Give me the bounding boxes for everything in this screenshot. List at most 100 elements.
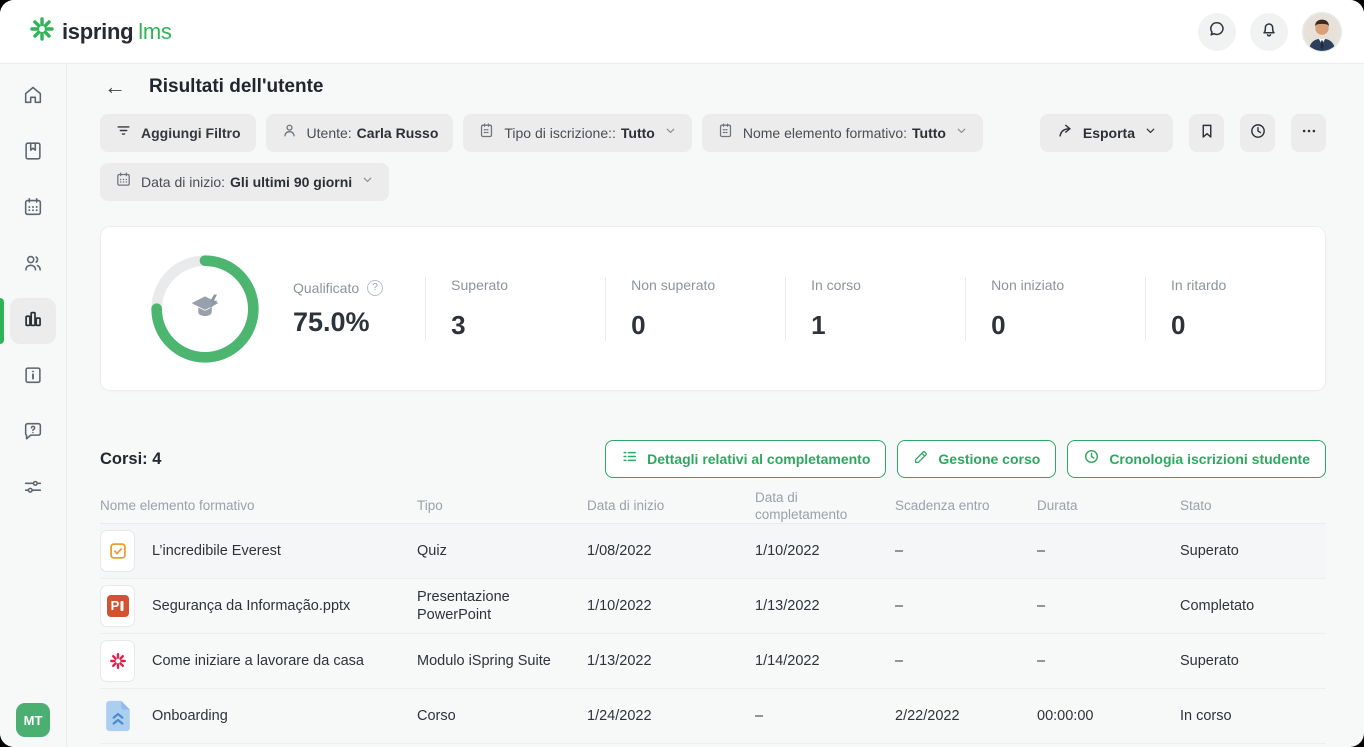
course-name: L’incredibile Everest — [152, 542, 281, 560]
status: In corso — [1180, 707, 1326, 725]
qualified-value: 75.0% — [293, 307, 383, 338]
app-window: ispringlms — [0, 0, 1364, 747]
qualified-donut-chart — [147, 251, 263, 367]
info-box-icon — [22, 364, 44, 391]
chat-question-icon — [22, 420, 44, 447]
save-report-button[interactable] — [1189, 114, 1224, 152]
due-date: 2/22/2022 — [895, 707, 1037, 725]
stat-non-superato: Non superato 0 — [605, 277, 785, 341]
completion-date: 1/10/2022 — [755, 542, 895, 560]
start-date: 1/10/2022 — [587, 597, 755, 615]
add-filter-button[interactable]: Aggiungi Filtro — [100, 114, 256, 152]
sliders-icon — [22, 476, 44, 503]
ispring-module-file-icon — [100, 640, 135, 682]
course-type: Corso — [417, 707, 587, 725]
bar-chart-icon — [22, 308, 44, 335]
filter-chip-enrollment-type[interactable]: Tipo di iscrizione:: Tutto — [463, 114, 691, 152]
sidebar-item-courses[interactable] — [0, 125, 66, 181]
start-date: 1/24/2022 — [587, 707, 755, 725]
clock-icon — [1083, 448, 1100, 470]
notifications-button[interactable] — [1250, 13, 1288, 51]
bell-icon — [1259, 19, 1279, 44]
courses-table: Nome elemento formativo Tipo Data di ini… — [100, 490, 1326, 744]
book-icon — [22, 140, 44, 167]
summary-card: Qualificato ? 75.0% Superato 3 Non super… — [100, 226, 1326, 391]
course-name: Onboarding — [152, 707, 228, 725]
user-avatar[interactable] — [1302, 12, 1342, 52]
col-durata: Durata — [1037, 498, 1180, 514]
status: Superato — [1180, 542, 1326, 560]
col-stato: Stato — [1180, 498, 1326, 514]
completion-details-button[interactable]: Dettagli relativi al completamento — [605, 440, 886, 478]
quiz-file-icon — [100, 530, 135, 572]
logo-text: ispringlms — [62, 19, 172, 45]
duration: – — [1037, 652, 1180, 670]
filter-chip-training-item-name[interactable]: Nome elemento formativo: Tutto — [702, 114, 983, 152]
pencil-icon — [913, 449, 929, 470]
messages-button[interactable] — [1198, 13, 1236, 51]
sidebar-item-calendar[interactable] — [0, 181, 66, 237]
col-scadenza: Scadenza entro — [895, 498, 1037, 514]
sidebar-item-reports[interactable] — [0, 293, 66, 349]
stat-in-ritardo: In ritardo 0 — [1145, 277, 1325, 341]
sidebar-item-library[interactable] — [0, 349, 66, 405]
users-icon — [22, 252, 44, 279]
manage-course-button[interactable]: Gestione corso — [897, 440, 1056, 478]
export-icon — [1056, 122, 1074, 145]
schedule-report-button[interactable] — [1240, 114, 1275, 152]
notepad-icon — [478, 122, 495, 144]
main-content: ← Risultati dell'utente Aggiungi Filtro — [67, 64, 1364, 747]
status: Completato — [1180, 597, 1326, 615]
start-date: 1/08/2022 — [587, 542, 755, 560]
stat-superato: Superato 3 — [425, 277, 605, 341]
completion-date: – — [755, 707, 895, 725]
courses-count: Corsi: 4 — [100, 450, 161, 469]
duration: – — [1037, 597, 1180, 615]
ispring-lms-logo[interactable]: ispringlms — [30, 17, 172, 46]
table-row[interactable]: Come iniziare a lavorare da casa Modulo … — [100, 634, 1326, 689]
export-button[interactable]: Esporta — [1040, 114, 1173, 152]
stat-non-iniziato: Non iniziato 0 — [965, 277, 1145, 341]
sidebar-user-badge[interactable]: MT — [16, 703, 50, 737]
ispring-burst-icon — [30, 17, 54, 46]
completion-date: 1/14/2022 — [755, 652, 895, 670]
bookmark-icon — [1198, 122, 1216, 145]
col-nome: Nome elemento formativo — [100, 498, 417, 514]
sidebar-item-support[interactable] — [0, 405, 66, 461]
col-data-completamento: Data di completamento — [755, 490, 895, 522]
back-button[interactable]: ← — [100, 74, 130, 100]
chevron-down-icon — [1144, 124, 1157, 142]
sidebar-item-users[interactable] — [0, 237, 66, 293]
duration: – — [1037, 542, 1180, 560]
top-bar: ispringlms — [0, 0, 1364, 64]
course-name: Segurança da Informação.pptx — [152, 597, 350, 615]
course-type: Modulo iSpring Suite — [417, 652, 587, 670]
table-row[interactable]: P Segurança da Informação.pptx Presentaz… — [100, 579, 1326, 634]
user-icon — [281, 122, 298, 144]
user-photo — [1303, 13, 1341, 51]
stat-in-corso: In corso 1 — [785, 277, 965, 341]
start-date: 1/13/2022 — [587, 652, 755, 670]
duration: 00:00:00 — [1037, 707, 1180, 725]
calendar-icon — [115, 171, 132, 193]
list-icon — [621, 448, 638, 470]
filter-chip-start-date[interactable]: Data di inizio: Gli ultimi 90 giorni — [100, 163, 389, 201]
powerpoint-file-icon: P — [100, 585, 135, 627]
due-date: – — [895, 597, 1037, 615]
sidebar-item-home[interactable] — [0, 69, 66, 125]
enrollment-history-button[interactable]: Cronologia iscrizioni studente — [1067, 440, 1326, 478]
ellipsis-icon — [1300, 122, 1318, 145]
course-type: Quiz — [417, 542, 587, 560]
notepad-icon — [717, 122, 734, 144]
graduation-cap-icon — [182, 283, 228, 334]
sidebar-item-settings[interactable] — [0, 461, 66, 517]
completion-date: 1/13/2022 — [755, 597, 895, 615]
clock-icon — [1249, 122, 1267, 145]
help-icon[interactable]: ? — [367, 280, 383, 296]
table-row[interactable]: Onboarding Corso 1/24/2022 – 2/22/2022 0… — [100, 689, 1326, 744]
more-options-button[interactable] — [1291, 114, 1326, 152]
filter-chip-user[interactable]: Utente: Carla Russo — [266, 114, 454, 152]
table-row[interactable]: L’incredibile Everest Quiz 1/08/2022 1/1… — [100, 524, 1326, 579]
filter-icon — [115, 122, 132, 144]
due-date: – — [895, 542, 1037, 560]
